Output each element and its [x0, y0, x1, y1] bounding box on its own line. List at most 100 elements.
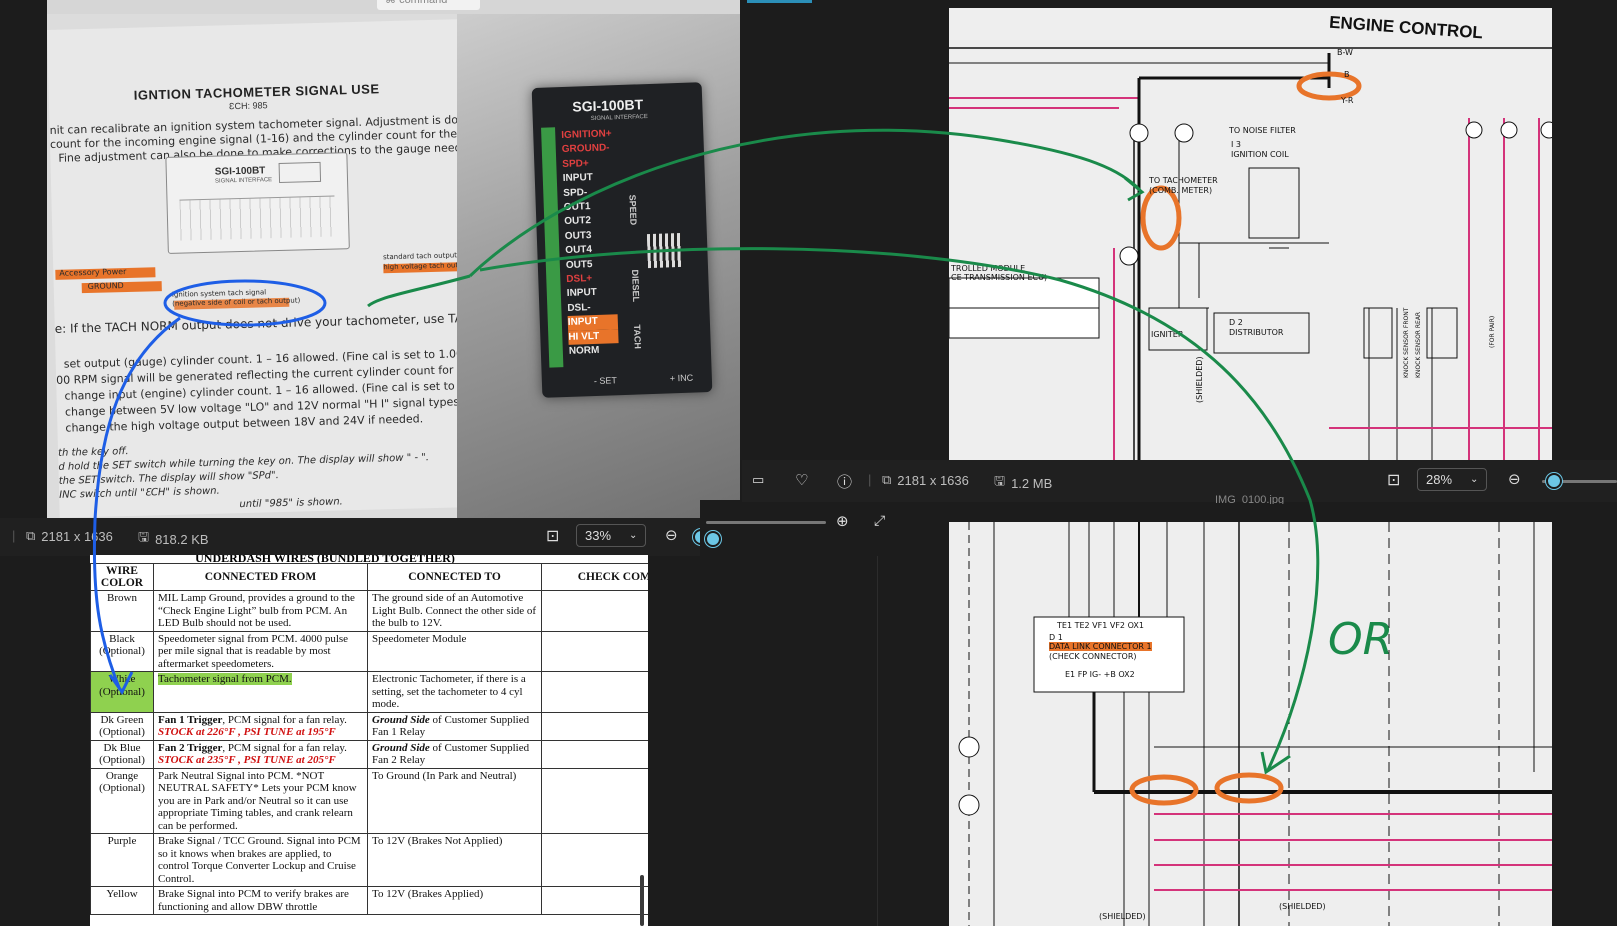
- right-zoom-out-button[interactable]: ⊖: [1508, 470, 1521, 488]
- inc-button-label: + INC: [669, 372, 694, 384]
- module-drawing-sublabel: SIGNAL INTERFACE: [214, 177, 273, 185]
- check-cell: [541, 739, 648, 769]
- tach-side-label: TACH: [631, 324, 643, 350]
- check-cell: [541, 886, 648, 915]
- filmstrip-button[interactable]: ▭: [752, 472, 764, 488]
- from-cell: Brake Signal / TCC Ground. Signal into P…: [153, 833, 368, 887]
- label-ground: GROUND: [87, 281, 124, 292]
- save-disk-icon: 🖫: [138, 529, 150, 544]
- save-disk-icon: 🖫: [994, 473, 1006, 488]
- from-bold: Fan 1 Trigger: [158, 713, 223, 726]
- left-dimensions: ⧉ 2181 x 1636: [26, 528, 113, 544]
- left-zoom-dropdown[interactable]: 33% ⌄: [576, 524, 647, 547]
- right-zoom-slider-knob[interactable]: [1546, 473, 1562, 489]
- left-filesize-text: 818.2 KB: [155, 531, 209, 547]
- from-cell: Park Neutral Signal into PCM. *NOT NEUTR…: [153, 767, 368, 834]
- device-title: SGI-100BT: [572, 96, 644, 115]
- left-dimensions-text: 2181 x 1636: [41, 528, 113, 544]
- fit-to-window-button[interactable]: ⊡: [546, 526, 559, 546]
- col-connected-from: CONNECTED FROM: [153, 563, 368, 591]
- favorite-button[interactable]: ♡: [795, 471, 808, 489]
- left-zoom-value: 33%: [585, 528, 612, 543]
- device-subtitle: SIGNAL INTERFACE: [590, 114, 648, 123]
- label-bw: B-W: [1337, 48, 1353, 57]
- wire-color-cell: Dk Green (Optional): [90, 711, 154, 741]
- right-fit-button[interactable]: ⊡: [1387, 470, 1400, 490]
- right-zoom-value: 28%: [1426, 472, 1453, 487]
- check-cell: [541, 711, 648, 741]
- command-symbol: ⌘: [385, 0, 396, 6]
- to-cell: The ground side of an Automotive Light B…: [367, 590, 542, 632]
- module-drawing: SGI-100BT SIGNAL INTERFACE: [165, 152, 350, 254]
- from-cell: MIL Lamp Ground, provides a ground to th…: [153, 590, 368, 632]
- terminal-block: [541, 127, 564, 368]
- col-wire-color: WIRE COLOR: [90, 563, 154, 591]
- wire-color-cell: Dk Blue (Optional): [90, 739, 154, 769]
- orange-annotation-tach: [1140, 185, 1182, 251]
- label-vsv: (FOR PAIR): [1489, 315, 1496, 348]
- label-yr: Y-R: [1341, 96, 1354, 105]
- from-cell: Speedometer signal from PCM. 4000 pulse …: [153, 630, 368, 672]
- from-cell: Fan 2 Trigger, PCM signal for a fan rela…: [153, 739, 368, 769]
- zoom-out-icon: ⊖: [1508, 471, 1521, 488]
- label-distributor: DISTRIBUTOR: [1229, 328, 1284, 337]
- from-red: STOCK at 226°F , PSI TUNE at 195°F: [158, 726, 336, 738]
- panel-divider: [877, 556, 878, 926]
- pin-label: GROUND-: [561, 142, 610, 156]
- to-cell: Electronic Tachometer, if there is a set…: [367, 671, 542, 713]
- sgi-100bt-device: SGI-100BT SIGNAL INTERFACE IGNITION+ GRO…: [531, 82, 713, 398]
- left-zoom-knob[interactable]: [705, 531, 721, 547]
- right-dimensions-text: 2181 x 1636: [897, 472, 969, 488]
- to-bold: Ground Side: [372, 741, 430, 754]
- left-zoom-slider-track[interactable]: [706, 521, 826, 524]
- data-link-wiring: [958, 522, 1552, 926]
- wiring-table-document: UNDERDASH WIRES (BUNDLED TOGETHER) WIRE …: [90, 555, 648, 926]
- to-cell: To Ground (In Park and Neutral): [367, 767, 542, 834]
- data-link-diagram: TE1 TE2 VF1 VF2 OX1 D 1 DATA LINK CONNEC…: [949, 522, 1552, 926]
- info-button[interactable]: ⓘ: [837, 471, 852, 492]
- qr-code: [646, 232, 682, 269]
- expand-icon: ⤢: [874, 512, 886, 528]
- zoom-out-button[interactable]: ⊖: [665, 526, 678, 544]
- right-dimensions: ⧉ 2181 x 1636: [882, 472, 969, 488]
- fit-icon: ⊡: [546, 528, 560, 545]
- label-shielded-1: (SHIELDED): [1099, 912, 1146, 921]
- or-annotation: OR: [1328, 614, 1394, 665]
- chevron-down-icon: ⌄: [629, 530, 638, 541]
- label-ignition-coil: IGNITION COIL: [1231, 150, 1289, 159]
- fullscreen-button[interactable]: ⤢: [874, 512, 885, 529]
- engine-control-diagram: ENGINE CONTROL B-W B Y-R TO NOISE FILTER…: [949, 8, 1552, 460]
- left-divider: |: [12, 528, 16, 543]
- label-noise-filter: TO NOISE FILTER: [1229, 126, 1296, 135]
- right-edge-panel: [1560, 0, 1617, 460]
- sheet-footer-3: the SET switch. The display will show "S…: [58, 470, 279, 487]
- label-tach-comb: (COMB. METER): [1149, 186, 1213, 195]
- highlighted-text: Tachometer signal from PCM.: [158, 673, 292, 685]
- label-igniter: IGNITER: [1151, 330, 1184, 339]
- zoom-in-icon: ⊕: [836, 513, 849, 530]
- from-text: , PCM signal for a fan relay.: [222, 741, 347, 754]
- set-button-label: - SET: [593, 375, 618, 387]
- table-row: Black (Optional) Speedometer signal from…: [90, 630, 648, 672]
- from-bold: Fan 2 Trigger: [158, 741, 223, 754]
- table-row: Dk Green (Optional) Fan 1 Trigger, PCM s…: [90, 711, 648, 741]
- to-cell: Ground Side of Customer Supplied Fan 1 R…: [367, 711, 542, 741]
- table-row: Yellow Brake Signal into PCM to verify b…: [90, 886, 648, 915]
- zoom-in-button[interactable]: ⊕: [836, 512, 849, 530]
- document-scrollbar[interactable]: [640, 875, 644, 926]
- label-module: TROLLED MODULE: [951, 264, 1026, 273]
- label-knock-rear: KNOCK SENSOR REAR: [1415, 311, 1422, 378]
- to-bold: Ground Side: [372, 713, 430, 726]
- sheet-footer-4: INC switch until "ƐCH" is shown.: [59, 485, 220, 501]
- from-text: , PCM signal for a fan relay.: [222, 713, 347, 726]
- info-icon: ⓘ: [837, 474, 853, 491]
- from-cell: Tachometer signal from PCM.: [153, 671, 368, 713]
- label-shielded-2: (SHIELDED): [1279, 902, 1326, 911]
- label-std-output: standard tach output: [382, 251, 458, 262]
- wire-color-cell: Orange (Optional): [90, 767, 154, 834]
- right-zoom-dropdown[interactable]: 28% ⌄: [1417, 468, 1488, 491]
- sheet-footer-1: th the key off.: [57, 446, 129, 459]
- speed-side-label: SPEED: [627, 194, 639, 226]
- check-cell: [541, 671, 648, 713]
- table-row: Dk Blue (Optional) Fan 2 Trigger, PCM si…: [90, 739, 648, 769]
